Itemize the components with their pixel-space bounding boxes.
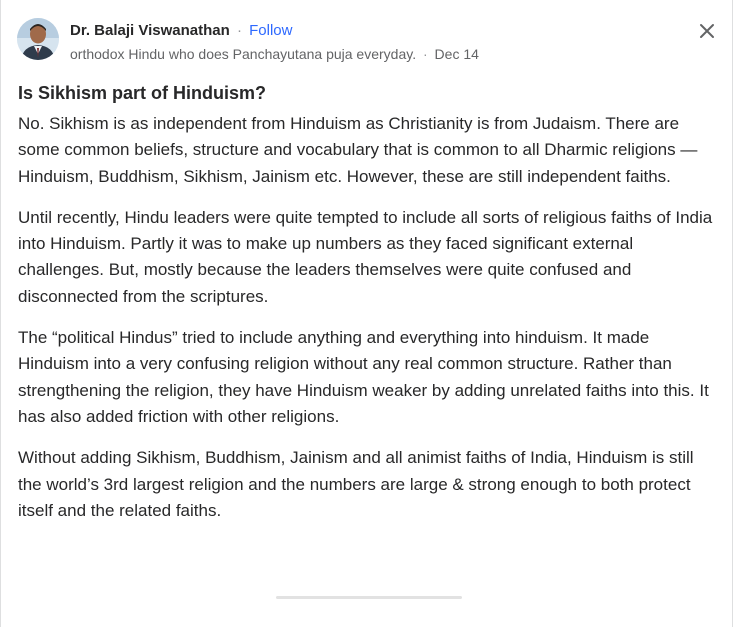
author-credential-line: orthodox Hindu who does Panchayutana puj… <box>70 44 479 64</box>
author-name-line: Dr. Balaji Viswanathan · Follow <box>70 21 479 41</box>
answer-card: Dr. Balaji Viswanathan · Follow orthodox… <box>0 0 733 627</box>
close-button[interactable] <box>696 20 718 42</box>
author-meta: Dr. Balaji Viswanathan · Follow orthodox… <box>70 21 479 64</box>
author-header: Dr. Balaji Viswanathan · Follow orthodox… <box>17 18 479 66</box>
answer-paragraph: No. Sikhism is as independent from Hindu… <box>18 114 698 186</box>
answer-paragraph: Until recently, Hindu leaders were quite… <box>18 207 713 306</box>
answer-body: No. Sikhism is as independent from Hindu… <box>18 111 720 539</box>
separator-dot: · <box>422 46 428 62</box>
follow-button[interactable]: Follow <box>249 22 292 39</box>
answer-paragraph: The “political Hindus” tried to include … <box>18 328 709 426</box>
author-name[interactable]: Dr. Balaji Viswanathan <box>70 22 230 39</box>
answer-paragraph: Without adding Sikhism, Buddhism, Jainis… <box>18 448 694 520</box>
separator-dot: · <box>236 22 242 39</box>
question-title[interactable]: Is Sikhism part of Hinduism? <box>18 81 266 105</box>
avatar[interactable] <box>17 18 59 60</box>
author-credential: orthodox Hindu who does Panchayutana puj… <box>70 46 417 62</box>
answer-date[interactable]: Dec 14 <box>435 46 479 62</box>
scroll-indicator <box>276 596 462 599</box>
avatar-image <box>17 18 59 60</box>
close-icon <box>700 24 714 38</box>
